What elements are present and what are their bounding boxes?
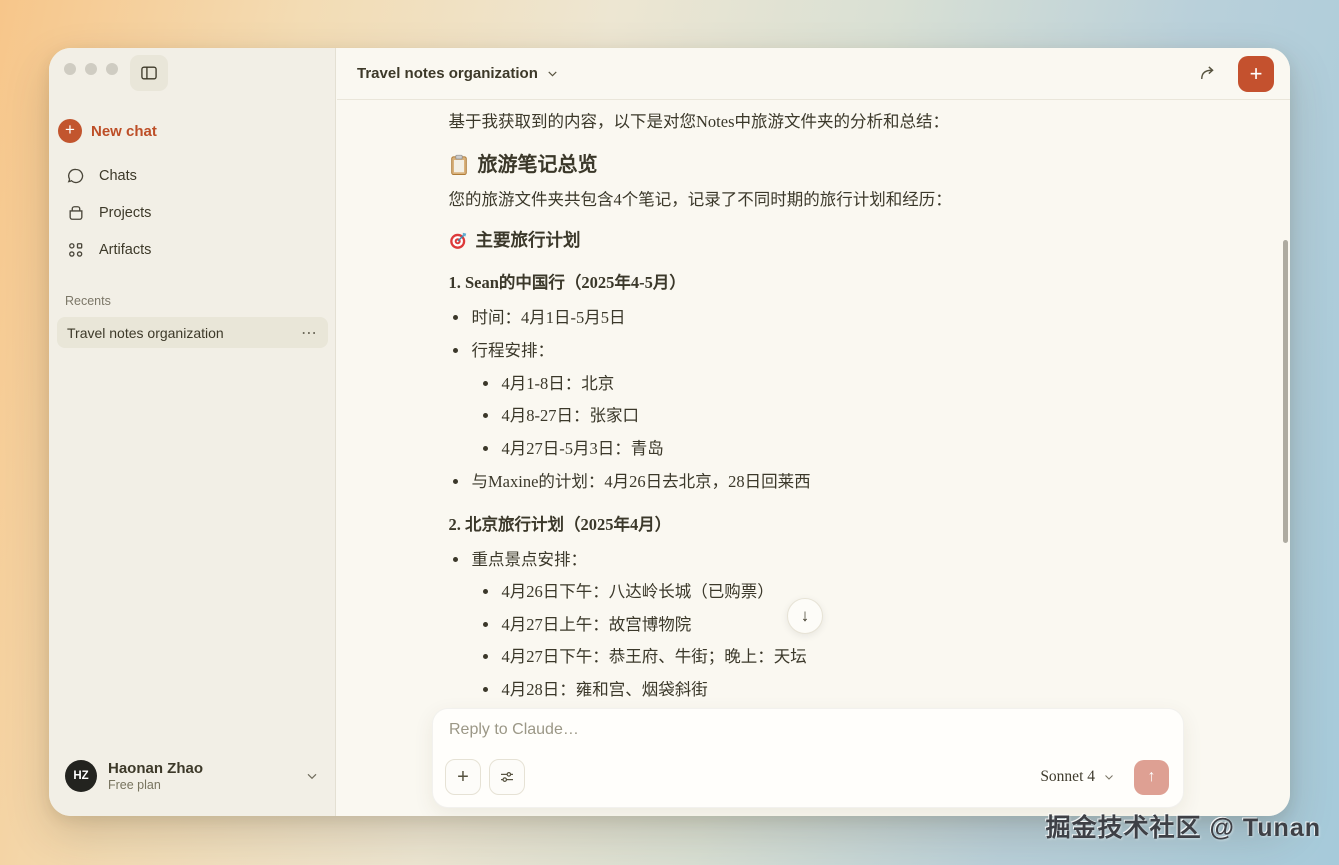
- sidebar-item-label: Artifacts: [99, 242, 151, 258]
- send-button[interactable]: ↑: [1134, 760, 1169, 795]
- plus-icon: +: [1250, 61, 1263, 87]
- chevron-down-icon: [1102, 770, 1116, 784]
- desktop-background: { "header": { "title": "Travel notes org…: [0, 0, 1339, 865]
- header-actions: +: [1194, 56, 1274, 92]
- heading-text: 主要旅行计划: [476, 228, 581, 253]
- subsection-heading: 1. Sean的中国行（2025年4-5月）: [449, 270, 1179, 296]
- list-item: 4月8-27日：张家口: [500, 403, 1179, 429]
- attach-button[interactable]: +: [445, 759, 481, 795]
- sidebar-item-chats[interactable]: Chats: [58, 159, 326, 193]
- sidebar-toggle-button[interactable]: [130, 55, 168, 91]
- user-plan: Free plan: [108, 778, 293, 793]
- avatar: HZ: [65, 760, 97, 792]
- box-icon: [66, 203, 86, 223]
- window-minimize-button[interactable]: [85, 63, 97, 75]
- heading-text: 旅游笔记总览: [478, 152, 598, 178]
- list-item: 行程安排： 4月1-8日：北京 4月8-27日：张家口 4月27日-5月3日：青…: [470, 338, 1179, 462]
- main-chat-area: Travel notes organization + 基于我获取到的内容，以下…: [337, 48, 1290, 816]
- panel-left-icon: [139, 63, 159, 83]
- claude-app-window: + New chat Chats Projects Artifacts Rece…: [49, 48, 1290, 816]
- plus-icon: +: [457, 766, 469, 789]
- model-selector[interactable]: Sonnet 4: [1040, 768, 1116, 786]
- chevron-down-icon: [545, 66, 560, 81]
- share-button[interactable]: [1194, 60, 1222, 88]
- list-item: 4月1-8日：北京: [500, 371, 1179, 397]
- clipboard-emoji-icon: [449, 154, 469, 176]
- sliders-icon: [498, 768, 516, 786]
- message-composer: Reply to Claude… + Sonnet 4 ↑: [432, 708, 1184, 808]
- bullet-list: 时间：4月1日-5月5日 行程安排： 4月1-8日：北京 4月8-27日：张家口…: [449, 305, 1179, 495]
- message-paragraph: 您的旅游文件夹共包含4个笔记，记录了不同时期的旅行计划和经历：: [449, 187, 1179, 213]
- arrow-up-icon: ↑: [1148, 768, 1156, 786]
- recent-chat-menu-button[interactable]: ⋯: [301, 323, 318, 343]
- watermark: 掘金技术社区 @ Tunan: [1046, 808, 1321, 844]
- nested-bullet-list: 4月26日下午：八达岭长城（已购票） 4月27日上午：故宫博物院 4月27日下午…: [472, 579, 1179, 703]
- list-item: 与Maxine的计划：4月26日去北京，28日回莱西: [470, 469, 1179, 495]
- chevron-down-icon: [304, 768, 320, 784]
- dart-target-emoji-icon: [449, 231, 468, 250]
- message-paragraph: 基于我获取到的内容，以下是对您Notes中旅游文件夹的分析和总结：: [449, 109, 1179, 135]
- user-meta: Haonan Zhao Free plan: [108, 760, 293, 793]
- window-close-button[interactable]: [64, 63, 76, 75]
- chat-bubble-icon: [66, 166, 86, 186]
- sidebar-item-projects[interactable]: Projects: [58, 196, 326, 230]
- section-heading-plans: 主要旅行计划: [449, 228, 1179, 253]
- list-item: 4月27日上午：故宫博物院: [500, 612, 1179, 638]
- sidebar-item-artifacts[interactable]: Artifacts: [58, 233, 326, 267]
- list-item-text: 重点景点安排：: [472, 550, 588, 569]
- sidebar-item-label: Chats: [99, 168, 137, 184]
- sidebar: + New chat Chats Projects Artifacts Rece…: [49, 48, 336, 816]
- list-item: 4月27日下午：恭王府、牛街；晚上：天坛: [500, 644, 1179, 670]
- sidebar-item-label: Projects: [99, 205, 151, 221]
- user-account-button[interactable]: HZ Haonan Zhao Free plan: [57, 752, 328, 800]
- subsection-heading: 2. 北京旅行计划（2025年4月）: [449, 512, 1179, 538]
- chat-title-dropdown[interactable]: Travel notes organization: [357, 65, 560, 82]
- composer-toolbar: + Sonnet 4 ↑: [445, 759, 1169, 795]
- tools-button[interactable]: [489, 759, 525, 795]
- scroll-to-bottom-button[interactable]: ↓: [787, 598, 823, 634]
- assistant-message: 基于我获取到的内容，以下是对您Notes中旅游文件夹的分析和总结： 旅游笔记总览…: [449, 100, 1179, 736]
- list-item: 4月27日-5月3日：青岛: [500, 436, 1179, 462]
- new-chat-header-button[interactable]: +: [1238, 56, 1274, 92]
- share-arrow-icon: [1198, 64, 1218, 84]
- recent-chat-item[interactable]: Travel notes organization ⋯: [57, 317, 328, 348]
- section-heading-overview: 旅游笔记总览: [449, 152, 1179, 178]
- arrow-down-icon: ↓: [801, 606, 810, 626]
- recent-chat-title: Travel notes organization: [67, 325, 301, 341]
- chat-title: Travel notes organization: [357, 65, 538, 82]
- list-item: 4月28日：雍和宫、烟袋斜街: [500, 677, 1179, 703]
- list-item-text: 行程安排：: [472, 341, 555, 360]
- scrollbar-thumb[interactable]: [1283, 240, 1288, 543]
- model-name: Sonnet 4: [1040, 768, 1095, 786]
- list-item: 时间：4月1日-5月5日: [470, 305, 1179, 331]
- new-chat-label: New chat: [91, 123, 157, 140]
- new-chat-button[interactable]: + New chat: [58, 116, 157, 146]
- nested-bullet-list: 4月1-8日：北京 4月8-27日：张家口 4月27日-5月3日：青岛: [472, 371, 1179, 462]
- chat-header: Travel notes organization +: [337, 48, 1290, 100]
- list-item: 重点景点安排： 4月26日下午：八达岭长城（已购票） 4月27日上午：故宫博物院…: [470, 547, 1179, 703]
- artifacts-grid-icon: [66, 240, 86, 260]
- plus-circle-icon: +: [58, 119, 82, 143]
- list-item: 4月26日下午：八达岭长城（已购票）: [500, 579, 1179, 605]
- reply-input[interactable]: Reply to Claude…: [449, 721, 1167, 739]
- recents-section-label: Recents: [65, 294, 111, 308]
- user-name: Haonan Zhao: [108, 760, 293, 778]
- window-zoom-button[interactable]: [106, 63, 118, 75]
- window-controls: [64, 63, 118, 75]
